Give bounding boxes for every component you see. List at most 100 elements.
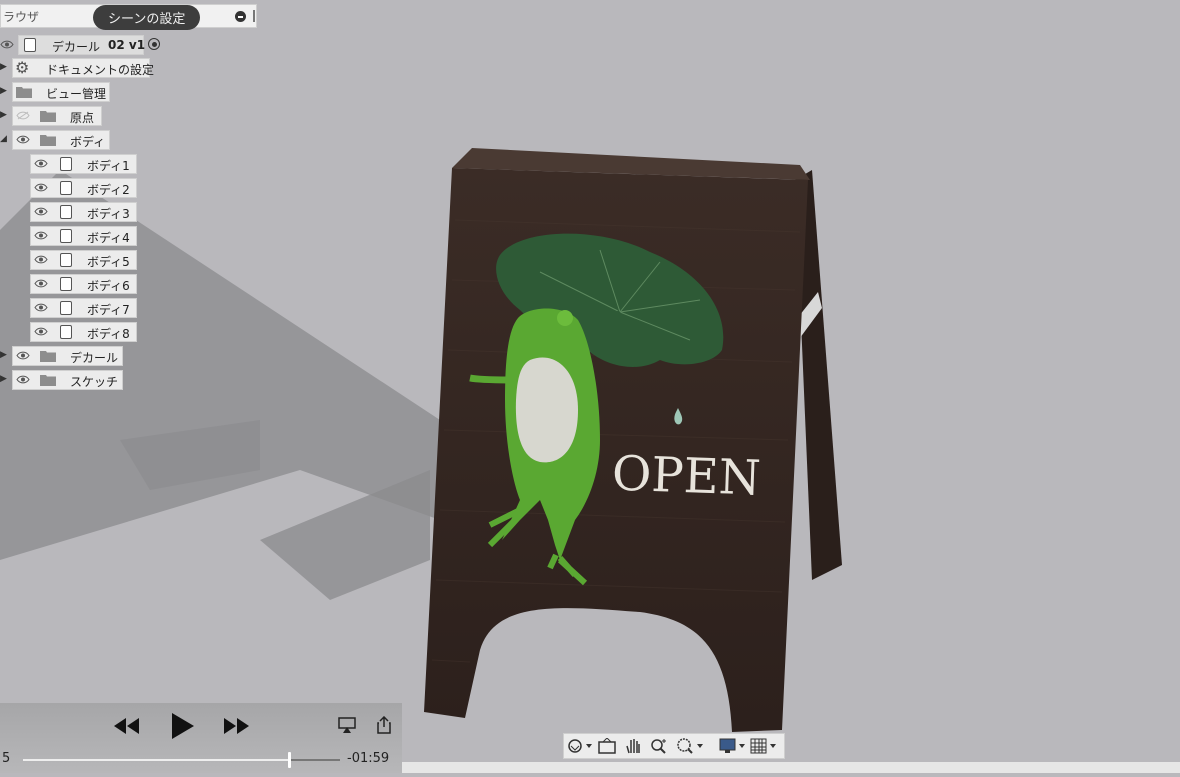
progress-fill — [23, 759, 290, 761]
orbit-icon — [568, 739, 592, 753]
media-player-controls[interactable]: 5 -01:59 — [0, 703, 402, 773]
browser-body-item[interactable]: ボディ3 — [30, 202, 138, 222]
eye-icon[interactable] — [34, 183, 48, 192]
airplay-button[interactable] — [337, 715, 357, 735]
navigation-toolbar[interactable] — [563, 733, 785, 759]
play-icon — [172, 713, 194, 739]
node-label: 原点 — [70, 111, 95, 125]
collapse-arrow-icon[interactable]: ◢ — [0, 134, 7, 144]
grid-settings-tool[interactable] — [750, 737, 778, 755]
body-label: ボディ3 — [87, 207, 130, 221]
expand-arrow-icon[interactable]: ▶ — [0, 374, 7, 384]
frog-arm — [469, 374, 516, 384]
zoom-tool[interactable] — [650, 737, 668, 755]
body-icon — [60, 181, 72, 195]
browser-node-sketch[interactable]: ▶ スケッチ — [0, 370, 125, 390]
root-version: 02 v1 — [108, 38, 146, 52]
browser-title: ラウザ — [3, 9, 40, 24]
browser-node-view-management[interactable]: ▶ ビュー管理 — [0, 82, 112, 102]
grid-settings-icon — [750, 738, 776, 754]
body-label: ボディ7 — [87, 303, 130, 317]
body-label: ボディ1 — [87, 159, 130, 173]
component-icon — [24, 38, 36, 52]
node-label: デカール — [70, 351, 119, 365]
browser-node-document-settings[interactable]: ▶ ⚙ ドキュメントの設定 — [0, 58, 155, 78]
rewind-button[interactable] — [113, 715, 141, 737]
progress-track[interactable] — [23, 752, 340, 768]
expand-arrow-icon[interactable]: ▶ — [0, 62, 7, 72]
pan-tool[interactable] — [624, 737, 642, 755]
collapse-icon[interactable] — [235, 11, 246, 22]
fast-forward-button[interactable] — [222, 715, 250, 737]
eye-icon[interactable] — [34, 279, 48, 288]
body-label: ボディ4 — [87, 231, 130, 245]
browser-node-bodies[interactable]: ◢ ボディ — [0, 130, 112, 150]
fast-forward-icon — [224, 718, 249, 734]
expand-arrow-icon[interactable]: ▶ — [0, 350, 7, 360]
look-at-tool[interactable] — [598, 737, 616, 755]
airplay-icon — [338, 717, 356, 733]
browser-root-node[interactable]: デカール 02 v1 — [0, 35, 170, 55]
browser-body-item[interactable]: ボディ1 — [30, 154, 138, 174]
eye-icon[interactable] — [16, 135, 30, 144]
zoom-window-icon — [677, 738, 703, 754]
browser-body-item[interactable]: ボディ2 — [30, 178, 138, 198]
sign-open-text: OPEN — [611, 445, 762, 506]
body-label: ボディ5 — [87, 255, 130, 269]
eye-icon[interactable] — [34, 327, 48, 336]
browser-body-item[interactable]: ボディ6 — [30, 274, 138, 294]
eye-hidden-icon[interactable] — [16, 111, 30, 120]
progress-knob[interactable] — [288, 752, 292, 768]
browser-body-item[interactable]: ボディ4 — [30, 226, 138, 246]
3d-viewport[interactable]: OPEN — [0, 0, 1180, 773]
browser-body-item[interactable]: ボディ7 — [30, 298, 138, 318]
body-label: ボディ6 — [87, 279, 130, 293]
eye-icon[interactable] — [34, 231, 48, 240]
scene-canvas[interactable]: OPEN — [0, 0, 1180, 773]
share-button[interactable] — [374, 714, 394, 736]
root-name: デカール — [52, 40, 101, 54]
body-icon — [60, 301, 72, 315]
folder-icon — [40, 135, 56, 146]
body-icon — [60, 157, 72, 171]
share-icon — [377, 716, 391, 734]
node-label: ボディ — [70, 135, 106, 149]
body-icon — [60, 325, 72, 339]
browser-node-decal[interactable]: ▶ デカール — [0, 346, 125, 366]
status-strip — [402, 762, 1180, 773]
folder-icon — [40, 351, 56, 362]
body-label: ボディ8 — [87, 327, 130, 341]
frog-eye — [557, 310, 573, 326]
browser-body-item[interactable]: ボディ5 — [30, 250, 138, 270]
eye-icon[interactable] — [16, 375, 30, 384]
elapsed-time: 5 — [2, 751, 11, 766]
browser-node-origin[interactable]: ▶ 原点 — [0, 106, 104, 126]
display-settings-icon — [719, 738, 745, 753]
eye-icon[interactable] — [0, 40, 14, 49]
body-icon — [60, 253, 72, 267]
eye-icon[interactable] — [34, 255, 48, 264]
body-icon — [60, 205, 72, 219]
expand-arrow-icon[interactable]: ▶ — [0, 86, 7, 96]
eye-icon[interactable] — [34, 207, 48, 216]
body-label: ボディ2 — [87, 183, 130, 197]
pan-icon — [626, 739, 640, 754]
zoom-icon — [651, 739, 666, 754]
browser-body-item[interactable]: ボディ8 — [30, 322, 138, 342]
display-settings-tool[interactable] — [719, 737, 747, 755]
orbit-tool[interactable] — [567, 737, 593, 755]
node-label: スケッチ — [70, 375, 119, 389]
folder-icon — [16, 87, 32, 98]
eye-icon[interactable] — [34, 303, 48, 312]
play-button[interactable] — [170, 711, 196, 741]
folder-icon — [40, 375, 56, 386]
pin-icon[interactable] — [253, 10, 255, 22]
node-label: ドキュメントの設定 — [46, 63, 155, 77]
expand-arrow-icon[interactable]: ▶ — [0, 110, 7, 120]
rewind-icon — [114, 718, 139, 734]
body-icon — [60, 229, 72, 243]
eye-icon[interactable] — [16, 351, 30, 360]
zoom-window-tool[interactable] — [676, 737, 704, 755]
eye-icon[interactable] — [34, 159, 48, 168]
frog-belly — [515, 357, 578, 463]
